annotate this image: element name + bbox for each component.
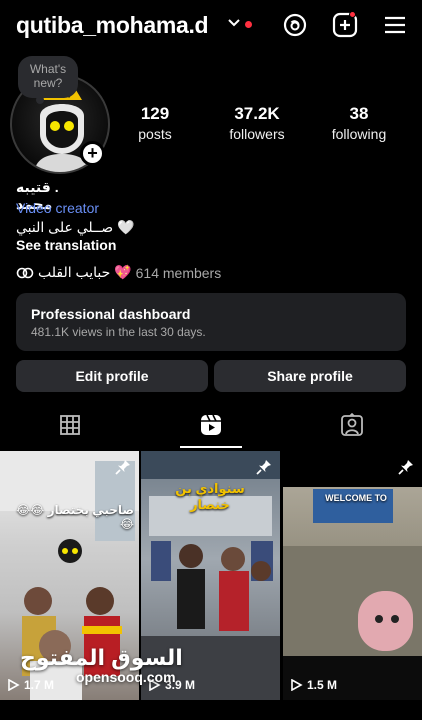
- share-profile-button[interactable]: Share profile: [214, 360, 406, 392]
- stat-label: followers: [229, 126, 285, 142]
- stat-following[interactable]: 38 following: [320, 104, 398, 142]
- menu-icon[interactable]: [382, 12, 408, 38]
- bottom-edge: [0, 700, 422, 720]
- reel-overlay-text: صاحبي بختصار 😂😂😂: [16, 503, 134, 531]
- threads-icon[interactable]: [282, 12, 308, 38]
- profile-tabs: [0, 400, 422, 450]
- stat-label: posts: [138, 126, 172, 142]
- stat-followers[interactable]: 37.2K followers: [214, 104, 300, 142]
- watermark-latin: opensooq.com: [76, 669, 176, 685]
- play-icon: [8, 679, 20, 691]
- channel-name: حبايب القلب 💖: [38, 264, 132, 280]
- dashboard-subtitle: 481.1K views in the last 30 days.: [31, 325, 206, 339]
- bio-text: صــلي على النبي 🤍: [16, 219, 135, 235]
- edit-profile-button[interactable]: Edit profile: [16, 360, 208, 392]
- broadcast-channel-icon: [16, 267, 34, 278]
- tab-posts-grid[interactable]: [0, 400, 140, 450]
- username[interactable]: qutiba_mohama.d: [16, 12, 209, 39]
- dashboard-title: Professional dashboard: [31, 306, 191, 322]
- watermark-arabic: السوق المفتوح: [20, 645, 183, 670]
- broadcast-channel-link[interactable]: حبايب القلب 💖 614 members: [16, 264, 221, 281]
- add-story-icon[interactable]: +: [80, 141, 105, 166]
- view-count-value: 1.5 M: [307, 678, 338, 692]
- stat-value: 37.2K: [234, 104, 280, 123]
- channel-members: 614 members: [135, 264, 222, 281]
- grid-icon: [60, 415, 80, 435]
- tab-reels[interactable]: [141, 400, 281, 450]
- professional-dashboard-card[interactable]: Professional dashboard 481.1K views in t…: [16, 293, 406, 351]
- account-notification-dot: [245, 21, 252, 28]
- see-translation-link[interactable]: See translation: [16, 237, 116, 253]
- grid-item[interactable]: WELCOME TO 1.5 M: [283, 451, 422, 720]
- tab-tagged[interactable]: [282, 400, 422, 450]
- stat-label: following: [331, 126, 387, 142]
- play-icon: [291, 679, 303, 691]
- note-bubble[interactable]: What's new?: [18, 56, 78, 98]
- category-label: Video creator: [16, 200, 100, 216]
- create-notification-dot: [349, 11, 356, 18]
- active-tab-indicator: [180, 446, 242, 448]
- pin-icon: [115, 460, 130, 475]
- pin-icon: [256, 460, 271, 475]
- reels-icon: [201, 414, 221, 435]
- opensooq-watermark: السوق المفتوح opensooq.com: [20, 645, 183, 685]
- top-bar: qutiba_mohama.d: [0, 0, 422, 52]
- reel-overlay-text: WELCOME TO: [325, 493, 387, 503]
- stat-value: 38: [349, 104, 369, 123]
- pin-icon: [398, 460, 413, 475]
- chevron-down-icon[interactable]: [228, 18, 240, 28]
- tagged-icon: [341, 413, 363, 436]
- view-count: 1.5 M: [289, 678, 337, 692]
- reel-overlay-text: سنوادي بن خنصار: [175, 481, 245, 512]
- stat-value: 129: [140, 104, 170, 123]
- stat-posts[interactable]: 129 posts: [118, 104, 192, 142]
